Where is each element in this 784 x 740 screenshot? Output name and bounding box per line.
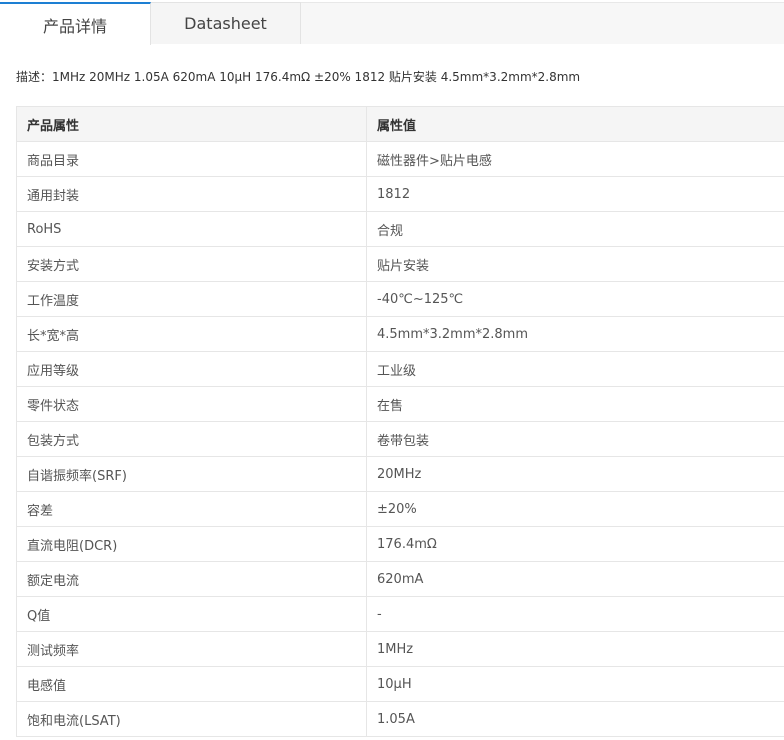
attribute-name: 长*宽*高 (16, 316, 367, 352)
attribute-name: 通用封装 (16, 176, 367, 212)
attribute-name: 工作温度 (16, 281, 367, 317)
spec-table: 产品属性 属性值 商品目录 磁性器件>贴片电感 通用封装 1812 RoHS 合… (16, 106, 784, 737)
table-row: 包装方式 卷带包装 (16, 421, 784, 457)
table-row: 饱和电流(LSAT) 1.05A (16, 701, 784, 737)
attribute-name: 直流电阻(DCR) (16, 526, 367, 562)
table-row: Q值 - (16, 596, 784, 632)
table-row: 额定电流 620mA (16, 561, 784, 597)
table-row: 电感值 10μH (16, 666, 784, 702)
product-description: 描述：1MHz 20MHz 1.05A 620mA 10μH 176.4mΩ ±… (16, 70, 581, 84)
attribute-value: - (366, 596, 784, 632)
attribute-name: Q值 (16, 596, 367, 632)
attribute-value: 卷带包装 (366, 421, 784, 457)
attribute-name: 包装方式 (16, 421, 367, 457)
attribute-value: 20MHz (366, 456, 784, 492)
attribute-name: 商品目录 (16, 141, 367, 177)
attribute-value: 10μH (366, 666, 784, 702)
attribute-name: 容差 (16, 491, 367, 527)
table-row: 直流电阻(DCR) 176.4mΩ (16, 526, 784, 562)
attribute-value: 1MHz (366, 631, 784, 667)
attribute-value: 在售 (366, 386, 784, 422)
table-row: 商品目录 磁性器件>贴片电感 (16, 141, 784, 177)
attribute-value: -40℃~125℃ (366, 281, 784, 317)
attribute-name: 测试频率 (16, 631, 367, 667)
table-row: 工作温度 -40℃~125℃ (16, 281, 784, 317)
attribute-value: 4.5mm*3.2mm*2.8mm (366, 316, 784, 352)
table-row: 容差 ±20% (16, 491, 784, 527)
table-row: 自谐振频率(SRF) 20MHz (16, 456, 784, 492)
table-row: 应用等级 工业级 (16, 351, 784, 387)
table-row: 长*宽*高 4.5mm*3.2mm*2.8mm (16, 316, 784, 352)
attribute-value: 合规 (366, 211, 784, 247)
attribute-name: 安装方式 (16, 246, 367, 282)
attribute-value: 176.4mΩ (366, 526, 784, 562)
attribute-value: 620mA (366, 561, 784, 597)
attribute-name: 零件状态 (16, 386, 367, 422)
tab-label: Datasheet (184, 14, 267, 33)
tab-label: 产品详情 (42, 16, 107, 36)
table-row: 零件状态 在售 (16, 386, 784, 422)
header-value: 属性值 (366, 106, 784, 142)
attribute-name: 自谐振频率(SRF) (16, 456, 367, 492)
attribute-value: 1812 (366, 176, 784, 212)
table-header-row: 产品属性 属性值 (16, 106, 784, 142)
table-row: 测试频率 1MHz (16, 631, 784, 667)
tab-product-details[interactable]: 产品详情 (0, 2, 151, 45)
attribute-value: 1.05A (366, 701, 784, 737)
header-attribute: 产品属性 (16, 106, 367, 142)
table-row: 通用封装 1812 (16, 176, 784, 212)
attribute-value: ±20% (366, 491, 784, 527)
attribute-name: 电感值 (16, 666, 367, 702)
tab-bar: 产品详情 Datasheet (0, 0, 784, 45)
attribute-value: 磁性器件>贴片电感 (366, 141, 784, 177)
table-row: RoHS 合规 (16, 211, 784, 247)
attribute-name: 饱和电流(LSAT) (16, 701, 367, 737)
attribute-name: 应用等级 (16, 351, 367, 387)
tab-datasheet[interactable]: Datasheet (151, 2, 301, 44)
tab-bar-filler (301, 2, 784, 44)
attribute-name: 额定电流 (16, 561, 367, 597)
attribute-name: RoHS (16, 211, 367, 247)
attribute-value: 贴片安装 (366, 246, 784, 282)
table-row: 安装方式 贴片安装 (16, 246, 784, 282)
attribute-value: 工业级 (366, 351, 784, 387)
